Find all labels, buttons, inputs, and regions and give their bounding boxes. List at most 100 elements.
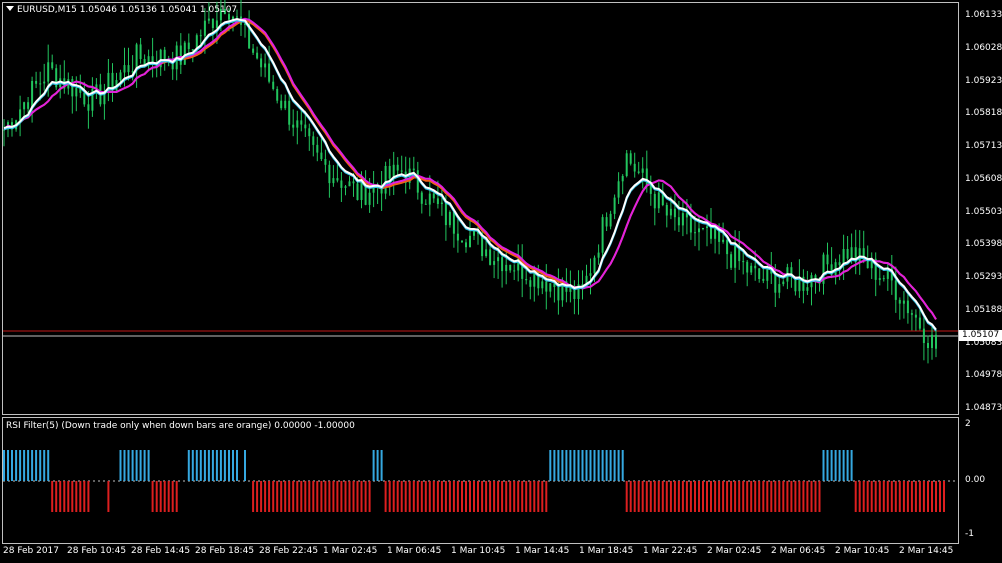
rsi-up-bar [143, 450, 146, 481]
rsi-up-bar [35, 450, 38, 481]
candle-body [513, 270, 516, 272]
rsi-down-bar [702, 481, 704, 512]
candle-body [203, 20, 206, 36]
rsi-down-bar [806, 481, 809, 512]
rsi-down-bar [858, 481, 861, 512]
candle-body [272, 81, 275, 89]
candle-body [722, 239, 725, 242]
candle-body [673, 208, 676, 218]
candle-body [629, 153, 632, 164]
rsi-down-bar [280, 481, 283, 512]
rsi-up-bar [187, 450, 190, 481]
candle-body [750, 265, 753, 273]
candle-body [320, 152, 323, 159]
rsi-up-bar [244, 450, 246, 481]
candle-body [304, 124, 307, 129]
candle-body [151, 56, 154, 63]
rsi-up-bar [617, 450, 620, 481]
rsi-down-bar [473, 481, 475, 512]
rsi-up-bar [119, 450, 122, 481]
time-axis-label: 1 Mar 10:45 [451, 546, 506, 556]
candle-body [183, 42, 186, 65]
candle-body [589, 273, 592, 276]
candle-body [742, 261, 745, 263]
candle-body [918, 317, 921, 329]
rsi-down-bar [818, 481, 821, 512]
rsi-down-bar [866, 481, 869, 512]
candle-body [931, 334, 933, 348]
rsi-down-bar [878, 481, 881, 512]
rsi-down-bar [738, 481, 741, 512]
candle-body [119, 72, 122, 80]
rsi-up-bar [601, 450, 604, 481]
rsi-down-bar [718, 481, 721, 512]
rsi-down-bar [874, 481, 877, 512]
rsi-down-bar [448, 481, 451, 512]
rsi-down-bar [436, 481, 439, 512]
rsi-down-bar [461, 481, 463, 512]
candle-body [444, 202, 447, 226]
rsi-down-bar [730, 481, 733, 512]
candle-body [300, 120, 303, 125]
chart-canvas [3, 0, 958, 512]
rsi-down-bar [939, 481, 941, 512]
rsi-down-bar [677, 481, 680, 512]
rsi-up-bar [19, 450, 22, 481]
rsi-up-bar [850, 450, 853, 481]
rsi-down-bar [55, 481, 58, 512]
rsi-down-bar [469, 481, 471, 512]
candle-body [260, 58, 263, 68]
candle-body [746, 261, 749, 273]
rsi-down-bar [886, 481, 889, 512]
rsi-down-bar [324, 481, 327, 512]
rsi-up-bar [577, 450, 580, 481]
rsi-down-bar [545, 481, 548, 512]
price-axis-label: 1.05713 [965, 141, 1002, 151]
rsi-down-bar [742, 481, 745, 512]
candle-body [456, 233, 459, 241]
rsi-down-bar [665, 481, 668, 512]
candle-body [906, 300, 909, 314]
rsi-down-bar [918, 481, 921, 512]
rsi-down-bar [758, 481, 761, 512]
candle-body [420, 192, 423, 204]
candle-body [348, 181, 351, 187]
rsi-up-bar [561, 450, 564, 481]
candle-body [87, 104, 90, 111]
candle-body [215, 20, 218, 28]
rsi-down-bar [898, 481, 901, 512]
time-axis-label: 2 Mar 10:45 [835, 546, 890, 556]
candle-body [252, 48, 255, 53]
rsi-down-bar [87, 481, 90, 512]
rsi-down-bar [360, 481, 363, 512]
candle-body [509, 264, 512, 271]
rsi-down-bar [645, 481, 648, 512]
candle-body [754, 265, 757, 269]
candle-body [19, 109, 22, 121]
rsi-down-bar [420, 481, 423, 512]
candle-body [505, 264, 508, 272]
rsi-down-bar [264, 481, 267, 512]
candle-body [388, 166, 391, 179]
rsi-up-bar [565, 450, 568, 481]
time-axis-label: 1 Mar 02:45 [323, 546, 378, 556]
rsi-up-bar [47, 450, 50, 481]
candle-body [352, 181, 355, 184]
candle-body [597, 252, 600, 258]
rsi-down-bar [914, 481, 917, 512]
rsi-down-bar [694, 481, 696, 512]
rsi-up-bar [557, 450, 560, 481]
candle-body [814, 275, 817, 279]
candle-body [613, 197, 616, 214]
rsi-down-bar [629, 481, 632, 512]
rsi-up-bar [609, 450, 612, 481]
rsi-down-bar [906, 481, 909, 512]
rsi-down-bar [802, 481, 805, 512]
indicator-header: RSI Filter(5) (Down trade only when down… [6, 421, 355, 431]
rsi-down-bar [316, 481, 319, 512]
rsi-down-bar [714, 481, 717, 512]
candle-body [199, 35, 202, 37]
candle-body [35, 81, 38, 84]
rsi-down-bar [432, 481, 435, 512]
rsi-down-bar [862, 481, 865, 512]
